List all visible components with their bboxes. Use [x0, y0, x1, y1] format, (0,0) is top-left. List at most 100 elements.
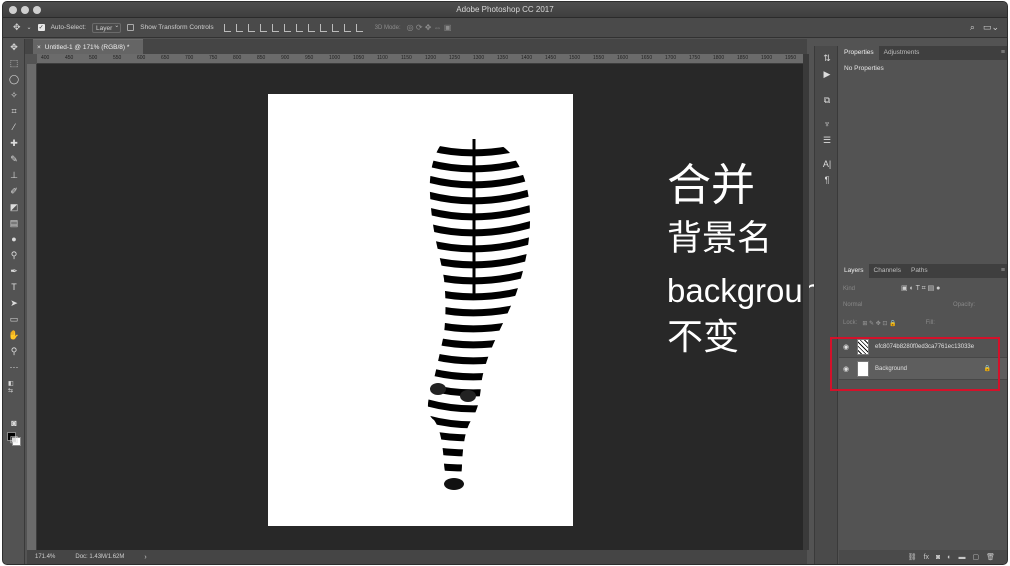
blend-mode-dropdown[interactable]: Normal	[843, 302, 862, 308]
title-bar: Adobe Photoshop CC 2017	[3, 2, 1007, 18]
paragraph-panel-icon[interactable]: ¶	[821, 174, 833, 186]
shape-tool-icon[interactable]: ▭	[8, 313, 20, 325]
history-panel-icon[interactable]: ⇅	[821, 52, 833, 64]
auto-select-label: Auto-Select:	[50, 24, 86, 31]
filter-kind-dropdown[interactable]: Kind	[843, 286, 855, 292]
panel-menu-icon[interactable]: ≡	[1001, 49, 1005, 56]
delete-layer-icon[interactable]: 🗑	[986, 553, 995, 561]
ruler-tick-label: 1650	[641, 55, 653, 61]
overlay-text-line-1: 合并	[667, 160, 755, 211]
distribute-top-icon[interactable]	[295, 23, 303, 32]
pen-tool-icon[interactable]: ✒	[8, 265, 20, 277]
align-bottom-edges-icon[interactable]	[247, 23, 255, 32]
auto-select-dropdown[interactable]: Layer	[92, 22, 122, 33]
align-right-edges-icon[interactable]	[283, 23, 291, 32]
brush-panel-icon[interactable]: ♆	[821, 118, 833, 130]
align-horizontal-centers-icon[interactable]	[271, 23, 279, 32]
magic-wand-tool-icon[interactable]: ✧	[8, 89, 20, 101]
layer-style-icon[interactable]: fx	[924, 554, 929, 561]
distribute-bottom-icon[interactable]	[319, 23, 327, 32]
new-group-icon[interactable]: ▬	[958, 554, 965, 561]
add-mask-icon[interactable]: ◙	[936, 554, 940, 561]
distribute-centers-icon[interactable]	[307, 23, 315, 32]
document-canvas[interactable]	[268, 94, 573, 526]
fill-label[interactable]: Fill:	[926, 320, 935, 327]
crop-tool-icon[interactable]: ⌗	[8, 105, 20, 117]
ruler-tick-label: 450	[65, 55, 74, 61]
document-info: Doc: 1.43M/1.62M	[75, 554, 125, 560]
tab-properties[interactable]: Properties	[839, 46, 879, 60]
history-brush-tool-icon[interactable]: ✐	[8, 185, 20, 197]
clone-stamp-tool-icon[interactable]: ⊥	[8, 169, 20, 181]
filter-icons[interactable]: ▣ ◐ T ⌗ ▤ ●	[901, 284, 940, 293]
3d-mode-label: 3D Mode:	[374, 24, 401, 31]
layer-comps-panel-icon[interactable]: ⧉	[821, 94, 833, 106]
ruler-tick-label: 1800	[713, 55, 725, 61]
new-adjustment-icon[interactable]: ◐	[947, 554, 951, 561]
brush-tool-icon[interactable]: ✎	[8, 153, 20, 165]
layer-filter-row: Kind ▣ ◐ T ⌗ ▤ ●	[843, 284, 1005, 293]
overlay-text-line-2: 背景名	[667, 219, 773, 259]
align-top-edges-icon[interactable]	[223, 23, 231, 32]
distribute-horizontal-icon[interactable]	[343, 23, 351, 32]
distribute-right-icon[interactable]	[355, 23, 363, 32]
status-menu-arrow-icon[interactable]: ›	[144, 554, 146, 561]
zoom-level[interactable]: 171.4%	[35, 554, 55, 560]
healing-brush-tool-icon[interactable]: ✚	[8, 137, 20, 149]
ruler-tick-label: 950	[305, 55, 314, 61]
ruler-tick-label: 650	[161, 55, 170, 61]
canvas-pasteboard[interactable]: 合并 背景名 background 不变	[37, 64, 839, 550]
gradient-tool-icon[interactable]: ▤	[8, 217, 20, 229]
3d-orbit-icon[interactable]: ◎ ⟳ ✥ ⇔ ▣	[407, 23, 452, 32]
blur-tool-icon[interactable]: ●	[8, 233, 20, 245]
ruler-tick-label: 800	[233, 55, 242, 61]
ruler-tick-label: 1600	[617, 55, 629, 61]
ruler-tick-label: 1900	[761, 55, 773, 61]
ruler-tick-label: 400	[41, 55, 50, 61]
lock-icons[interactable]: ⊞ ✎ ✥ ⊡ 🔒	[862, 320, 896, 327]
actions-panel-icon[interactable]: ▶	[821, 68, 833, 80]
close-tab-icon[interactable]: ×	[37, 44, 41, 51]
ruler-tick-label: 1200	[425, 55, 437, 61]
zoom-tool-icon[interactable]: ⚲	[8, 345, 20, 357]
align-vertical-centers-icon[interactable]	[235, 23, 243, 32]
eyedropper-tool-icon[interactable]: ⁄	[8, 121, 20, 133]
default-colors-icon[interactable]: ◧ ⇆	[8, 381, 20, 394]
document-tab[interactable]: × Untitled-1 @ 171% (RGB/8) *	[33, 39, 143, 54]
ruler-tick-label: 1450	[545, 55, 557, 61]
opacity-label[interactable]: Opacity:	[953, 302, 975, 308]
distribute-left-icon[interactable]	[331, 23, 339, 32]
move-tool-preset-icon[interactable]: ✥	[13, 22, 21, 33]
quick-mask-icon[interactable]: ◙	[8, 417, 20, 429]
layers-panel-menu-icon[interactable]: ≡	[1001, 267, 1005, 274]
show-transform-checkbox[interactable]	[127, 24, 135, 31]
new-layer-icon[interactable]: ▢	[972, 553, 979, 561]
more-tools-icon[interactable]: ⋯	[8, 361, 20, 373]
eraser-tool-icon[interactable]: ◩	[8, 201, 20, 213]
path-selection-tool-icon[interactable]: ➤	[8, 297, 20, 309]
tab-channels[interactable]: Channels	[869, 264, 906, 278]
hand-tool-icon[interactable]: ✋	[8, 329, 20, 341]
align-left-edges-icon[interactable]	[259, 23, 267, 32]
ruler-tick-label: 1700	[665, 55, 677, 61]
screen-mode-icon[interactable]: ▣	[8, 433, 20, 445]
dodge-tool-icon[interactable]: ⚲	[8, 249, 20, 261]
character-panel-icon[interactable]: A|	[821, 158, 833, 170]
adjustments-panel-icon[interactable]: ☰	[821, 134, 833, 146]
search-icon[interactable]: ⌕	[970, 22, 975, 33]
move-tool-icon[interactable]: ✥	[8, 41, 20, 53]
link-layers-icon[interactable]: ⛓	[908, 553, 917, 561]
tool-preset-chevron-icon[interactable]: ⌄	[27, 24, 32, 31]
vertical-scrollbar[interactable]	[803, 54, 809, 550]
tab-paths[interactable]: Paths	[906, 264, 933, 278]
marquee-tool-icon[interactable]: ⬚	[8, 57, 20, 69]
align-buttons-group	[223, 23, 363, 32]
workspace-switcher-icon[interactable]: ▭⌄	[983, 22, 999, 33]
panel-icon-strip: ⇅ ▶ ⧉ ♆ ☰ A| ¶	[814, 46, 838, 564]
tab-layers[interactable]: Layers	[839, 264, 869, 278]
lasso-tool-icon[interactable]: ◯	[8, 73, 20, 85]
type-tool-icon[interactable]: T	[8, 281, 20, 293]
blend-opacity-row: Normal Opacity:	[843, 302, 1005, 308]
auto-select-checkbox[interactable]: ✓	[37, 24, 45, 31]
tab-adjustments[interactable]: Adjustments	[879, 46, 925, 60]
